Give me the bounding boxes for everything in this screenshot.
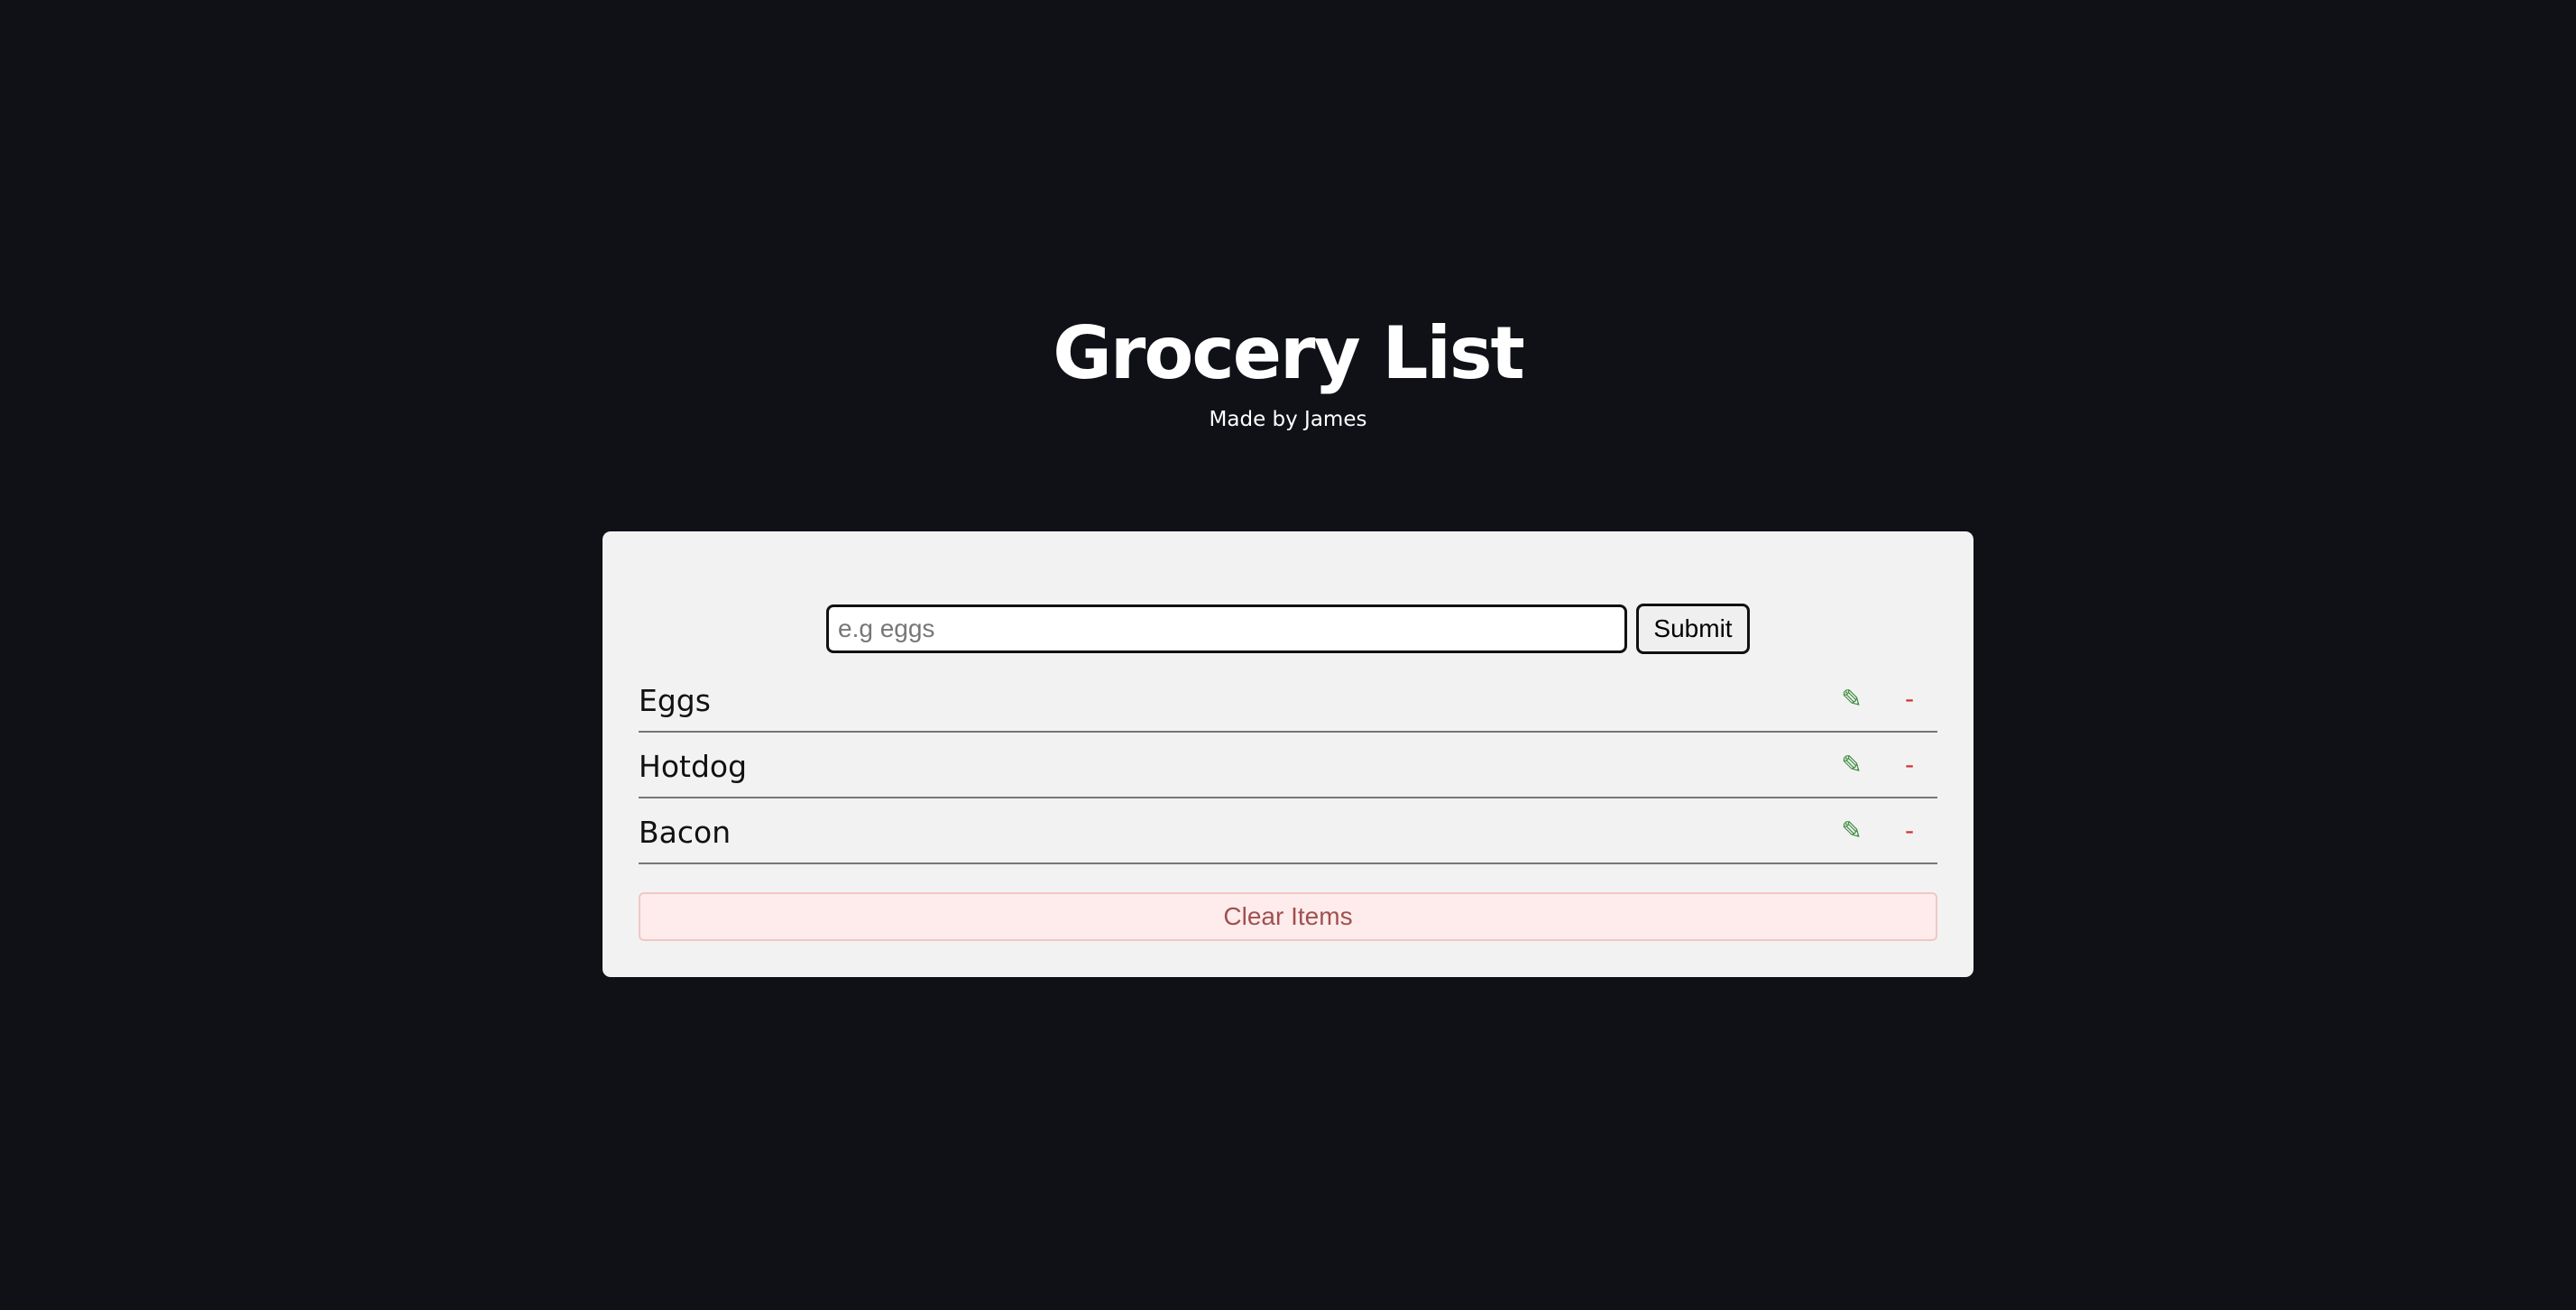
- page-subtitle: Made by James: [1209, 408, 1367, 431]
- item-name: Hotdog: [639, 749, 748, 784]
- delete-icon[interactable]: -: [1887, 750, 1932, 780]
- item-name: Bacon: [639, 815, 731, 850]
- list-item: Hotdog ✎ -: [639, 733, 1937, 798]
- clear-items-button[interactable]: Clear Items: [639, 892, 1937, 941]
- grocery-card: Submit Eggs ✎ - Hotdog ✎ - Bacon ✎ - Cle…: [603, 531, 1973, 977]
- edit-icon[interactable]: ✎: [1829, 750, 1874, 780]
- delete-icon[interactable]: -: [1887, 684, 1932, 714]
- page-title: Grocery List: [1053, 311, 1524, 395]
- delete-icon[interactable]: -: [1887, 816, 1932, 845]
- page-header: Grocery List Made by James: [0, 318, 2576, 430]
- edit-icon[interactable]: ✎: [1829, 816, 1874, 845]
- list-item: Bacon ✎ -: [639, 798, 1937, 864]
- grocery-list: Eggs ✎ - Hotdog ✎ - Bacon ✎ -: [639, 667, 1937, 864]
- edit-icon[interactable]: ✎: [1829, 684, 1874, 714]
- add-item-form: Submit: [826, 604, 1750, 654]
- list-item: Eggs ✎ -: [639, 667, 1937, 733]
- item-input[interactable]: [826, 604, 1627, 653]
- submit-button[interactable]: Submit: [1636, 604, 1750, 654]
- item-name: Eggs: [639, 683, 711, 718]
